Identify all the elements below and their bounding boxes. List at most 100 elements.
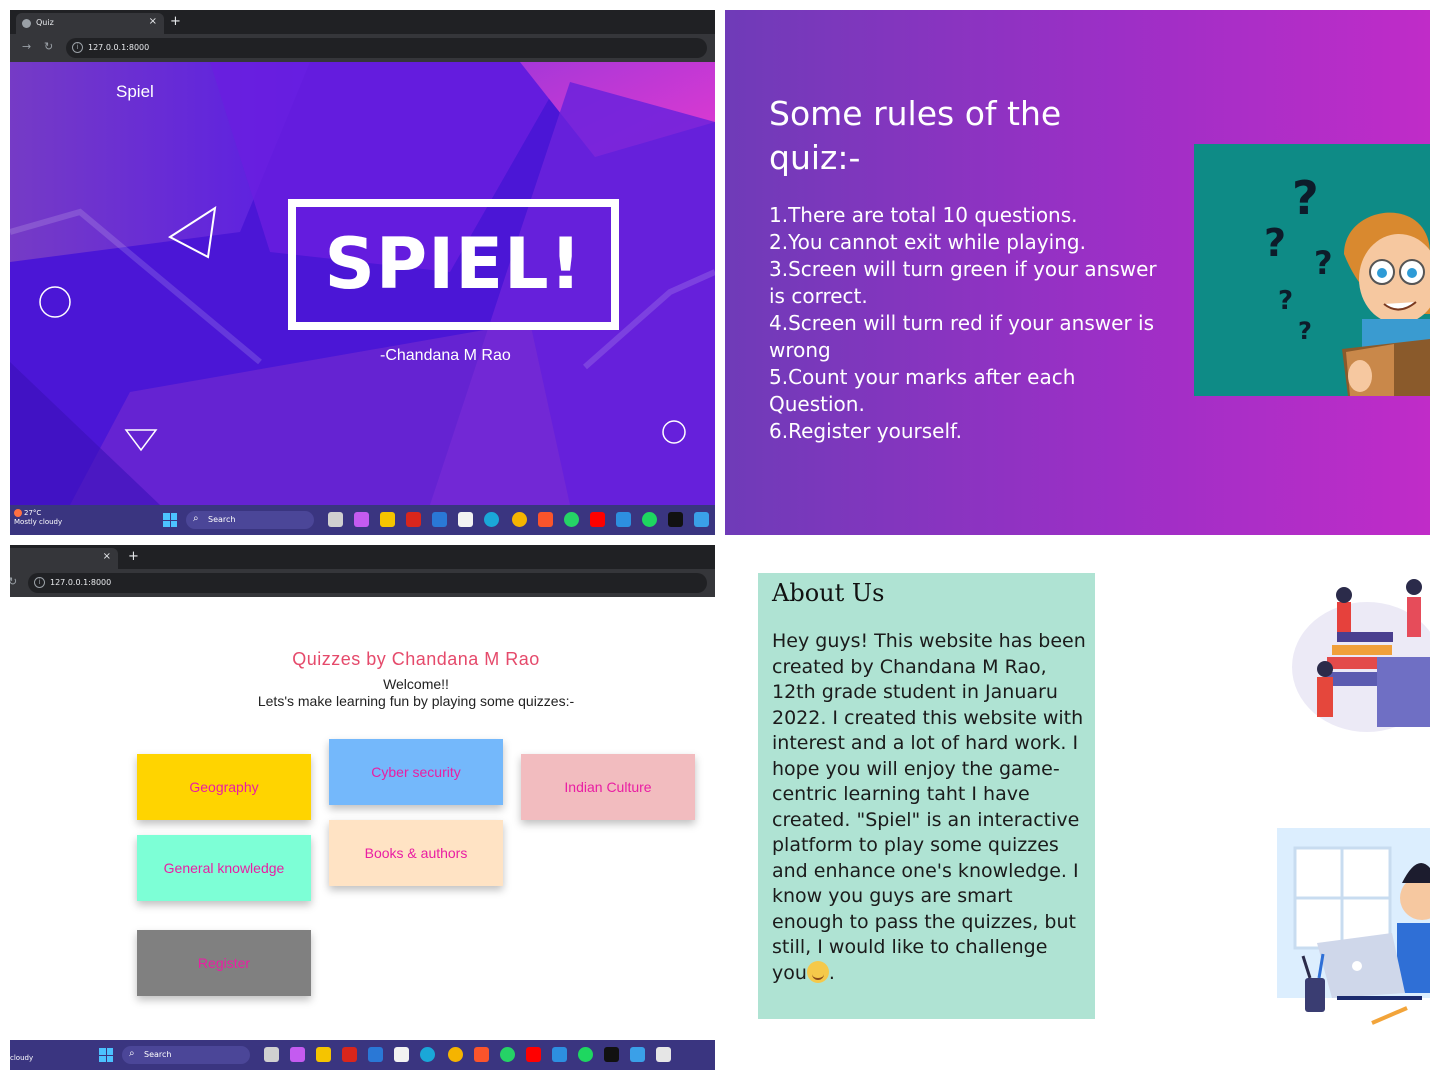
chrome-icon[interactable] — [448, 1047, 463, 1062]
rules-slide: Some rules of the quiz:- 1.There are tot… — [725, 10, 1430, 535]
snipping-tool-icon[interactable] — [656, 1047, 671, 1062]
spotify-icon[interactable] — [578, 1047, 593, 1062]
address-bar[interactable]: i 127.0.0.1:8000 — [28, 573, 707, 593]
store-icon[interactable] — [458, 512, 473, 527]
reading-people-illustration — [1277, 557, 1430, 737]
about-text-end: . — [828, 961, 835, 984]
author-credit: -Chandana M Rao — [380, 347, 511, 364]
svg-text:?: ? — [1278, 286, 1293, 316]
landing-screenshot: Quiz × + → ↻ i 127.0.0.1:8000 Spiel SPIE… — [10, 10, 715, 535]
close-tab-icon[interactable]: × — [149, 16, 157, 27]
svg-text:?: ? — [1298, 317, 1312, 345]
new-tab-button[interactable]: + — [170, 14, 181, 29]
netflix-icon[interactable] — [406, 512, 421, 527]
edge-icon[interactable] — [484, 512, 499, 527]
vscode-icon[interactable] — [552, 1047, 567, 1062]
task-view-icon[interactable] — [328, 512, 343, 527]
welcome-subtitle: Lets's make learning fun by playing some… — [257, 693, 575, 709]
file-explorer-icon[interactable] — [380, 512, 395, 527]
site-info-icon[interactable]: i — [72, 42, 83, 53]
brave-icon[interactable] — [474, 1047, 489, 1062]
windows-taskbar: 27°C Mostly cloudy ⌕ Search — [10, 505, 715, 535]
weather-desc: cloudy — [10, 1054, 34, 1062]
netflix-icon[interactable] — [342, 1047, 357, 1062]
taskbar-search-label: Search — [208, 515, 236, 524]
calculator-icon[interactable] — [432, 512, 447, 527]
welcome-line: Welcome!! — [383, 676, 449, 692]
terminal-icon[interactable] — [668, 512, 683, 527]
quiz-button-books-authors[interactable]: Books & authors — [329, 820, 503, 886]
quiz-button-indian-culture[interactable]: Indian Culture — [521, 754, 695, 820]
spiel-logo: SPIEL! — [288, 199, 619, 330]
quizzes-title: Quizzes by Chandana M Rao — [292, 649, 540, 669]
reload-icon[interactable]: ↻ — [44, 40, 53, 53]
close-tab-icon[interactable]: × — [103, 551, 111, 562]
about-card: About Us Hey guys! This website has been… — [758, 573, 1095, 1019]
about-title: About Us — [772, 579, 885, 607]
rule-item: 5.Count your marks after each Question. — [769, 365, 1076, 416]
task-view-icon[interactable] — [264, 1047, 279, 1062]
svg-text:?: ? — [1264, 221, 1286, 265]
about-page: About Us Hey guys! This website has been… — [725, 545, 1430, 1070]
whatsapp-icon[interactable] — [500, 1047, 515, 1062]
youtube-icon[interactable] — [526, 1047, 541, 1062]
weather-widget[interactable]: 27°C Mostly cloudy — [14, 509, 62, 527]
reload-icon[interactable]: ↻ — [10, 575, 17, 588]
browser-tab-strip: × + — [10, 545, 715, 569]
copilot-icon[interactable] — [290, 1047, 305, 1062]
spotify-icon[interactable] — [642, 512, 657, 527]
file-explorer-icon[interactable] — [316, 1047, 331, 1062]
logo-text: SPIEL! — [324, 223, 583, 305]
new-tab-button[interactable]: + — [128, 549, 139, 564]
svg-text:?: ? — [1314, 244, 1333, 282]
forward-icon[interactable]: → — [22, 40, 31, 53]
weather-temp: 27°C — [24, 509, 42, 517]
tab-title: Quiz — [36, 18, 54, 27]
paint-icon[interactable] — [694, 512, 709, 527]
address-bar[interactable]: i 127.0.0.1:8000 — [66, 38, 707, 58]
youtube-icon[interactable] — [590, 512, 605, 527]
rule-item: 4.Screen will turn red if your answer is… — [769, 311, 1154, 362]
weather-icon — [14, 509, 22, 517]
windows-start-icon[interactable] — [163, 513, 177, 527]
rules-title: Some rules of the quiz:- — [769, 94, 1062, 177]
browser-tab[interactable]: × — [10, 548, 118, 569]
quiz-button-geography[interactable]: Geography — [137, 754, 311, 820]
address-url: 127.0.0.1:8000 — [50, 578, 112, 587]
smile-emoji-icon — [806, 960, 829, 983]
vscode-icon[interactable] — [616, 512, 631, 527]
quizzes-screenshot: × + ↻ i 127.0.0.1:8000 Quizzes by Chanda… — [10, 545, 715, 1070]
store-icon[interactable] — [394, 1047, 409, 1062]
svg-text:?: ? — [1292, 171, 1319, 225]
calculator-icon[interactable] — [368, 1047, 383, 1062]
taskbar-search-label: Search — [144, 1050, 172, 1059]
site-info-icon[interactable]: i — [34, 577, 45, 588]
paint-icon[interactable] — [630, 1047, 645, 1062]
register-button[interactable]: Register — [137, 930, 311, 996]
search-icon: ⌕ — [193, 513, 199, 524]
about-text: Hey guys! This website has been created … — [772, 630, 1086, 984]
taskbar-search[interactable]: ⌕ Search — [186, 511, 314, 529]
copilot-icon[interactable] — [354, 512, 369, 527]
rule-item: 2.You cannot exit while playing. — [769, 230, 1086, 254]
brand-name[interactable]: Spiel — [116, 82, 154, 102]
weather-desc: Mostly cloudy — [14, 518, 63, 526]
windows-taskbar: cloudy ⌕ Search — [10, 1040, 715, 1070]
weather-widget[interactable]: cloudy — [10, 1054, 33, 1063]
address-url: 127.0.0.1:8000 — [88, 43, 150, 52]
browser-tab[interactable]: Quiz × — [16, 13, 164, 34]
laptop-person-illustration — [1277, 828, 1430, 1028]
edge-icon[interactable] — [420, 1047, 435, 1062]
rule-item: 3.Screen will turn green if your answer … — [769, 257, 1157, 308]
whatsapp-icon[interactable] — [564, 512, 579, 527]
brave-icon[interactable] — [538, 512, 553, 527]
quiz-button-general-knowledge[interactable]: General knowledge — [137, 835, 311, 901]
address-toolbar: ↻ i 127.0.0.1:8000 — [10, 569, 715, 597]
taskbar-search[interactable]: ⌕ Search — [122, 1046, 250, 1064]
rules-list: 1.There are total 10 questions. 2.You ca… — [769, 202, 1169, 445]
search-icon: ⌕ — [129, 1048, 135, 1059]
windows-start-icon[interactable] — [99, 1048, 113, 1062]
quiz-button-cyber-security[interactable]: Cyber security — [329, 739, 503, 805]
terminal-icon[interactable] — [604, 1047, 619, 1062]
chrome-icon[interactable] — [512, 512, 527, 527]
